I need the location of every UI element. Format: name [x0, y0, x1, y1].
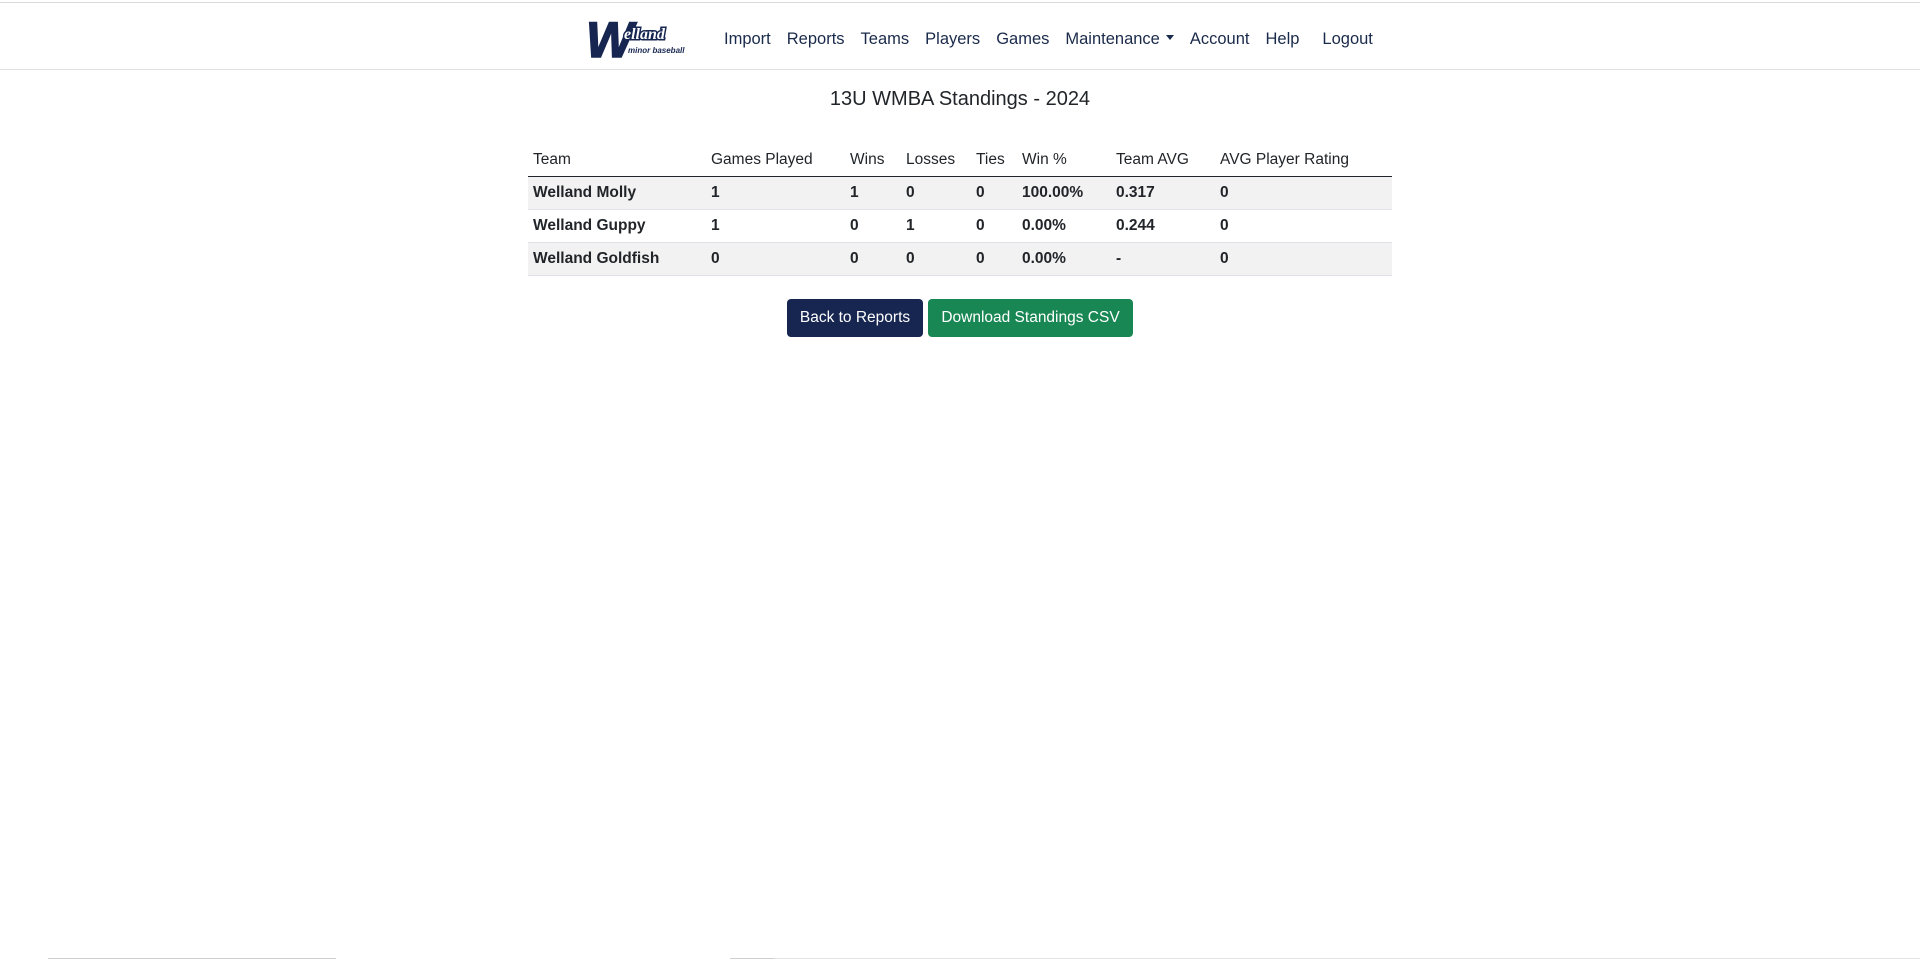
welland-logo[interactable]: W elland minor baseball	[584, 11, 688, 67]
scrollbar-segment	[730, 958, 774, 959]
page: W elland minor baseball Import Reports T…	[0, 0, 1920, 961]
cell-avg-player-rating: 0	[1215, 176, 1392, 210]
nav-import[interactable]: Import	[716, 29, 779, 49]
cell-games-played: 0	[706, 242, 845, 276]
svg-text:minor baseball: minor baseball	[628, 46, 685, 55]
header-ties: Ties	[971, 146, 1017, 177]
table-row: Welland Molly 1 1 0 0 100.00% 0.317 0	[528, 176, 1392, 210]
cell-losses: 1	[901, 209, 971, 243]
header-team-avg: Team AVG	[1111, 146, 1215, 177]
cell-wins: 0	[845, 242, 901, 276]
cell-wins: 0	[845, 209, 901, 243]
cell-losses: 0	[901, 176, 971, 210]
cell-win-pct: 100.00%	[1017, 176, 1111, 210]
nav-teams[interactable]: Teams	[853, 29, 918, 49]
table-row: Welland Goldfish 0 0 0 0 0.00% - 0	[528, 242, 1392, 276]
nav-logout[interactable]: Logout	[1314, 29, 1380, 49]
action-buttons: Back to Reports Download Standings CSV	[787, 299, 1133, 337]
cell-win-pct: 0.00%	[1017, 242, 1111, 276]
navbar-inner: W elland minor baseball Import Reports T…	[584, 11, 1381, 67]
header-losses: Losses	[901, 146, 971, 177]
cell-avg-player-rating: 0	[1215, 209, 1392, 243]
cell-win-pct: 0.00%	[1017, 209, 1111, 243]
cell-ties: 0	[971, 176, 1017, 210]
cell-team: Welland Goldfish	[528, 242, 706, 276]
scrollbar-segment	[774, 958, 1920, 959]
header-team: Team	[528, 146, 706, 177]
table-header-row: Team Games Played Wins Losses Ties Win %…	[528, 146, 1392, 177]
cell-avg-player-rating: 0	[1215, 242, 1392, 276]
header-avg-player-rating: AVG Player Rating	[1215, 146, 1392, 177]
nav-account[interactable]: Account	[1182, 29, 1258, 49]
scrollbar-segment	[48, 958, 336, 959]
navbar: W elland minor baseball Import Reports T…	[0, 3, 1920, 70]
header-games-played: Games Played	[706, 146, 845, 177]
cell-ties: 0	[971, 242, 1017, 276]
cell-games-played: 1	[706, 209, 845, 243]
cell-team: Welland Guppy	[528, 209, 706, 243]
nav-help[interactable]: Help	[1257, 29, 1307, 49]
back-to-reports-button[interactable]: Back to Reports	[787, 299, 923, 337]
cell-team-avg: 0.244	[1111, 209, 1215, 243]
cell-losses: 0	[901, 242, 971, 276]
header-wins: Wins	[845, 146, 901, 177]
cell-team: Welland Molly	[528, 176, 706, 210]
cell-ties: 0	[971, 209, 1017, 243]
nav-players[interactable]: Players	[917, 29, 988, 49]
nav-games[interactable]: Games	[988, 29, 1057, 49]
caret-down-icon	[1165, 35, 1174, 41]
cell-wins: 1	[845, 176, 901, 210]
nav-links: Import Reports Teams Players Games Maint…	[716, 29, 1381, 49]
nav-reports[interactable]: Reports	[779, 29, 853, 49]
page-title: 13U WMBA Standings - 2024	[829, 88, 1091, 110]
cell-team-avg: 0.317	[1111, 176, 1215, 210]
header-win-pct: Win %	[1017, 146, 1111, 177]
nav-maintenance-label: Maintenance	[1065, 30, 1160, 48]
nav-maintenance-dropdown[interactable]: Maintenance	[1057, 29, 1181, 49]
standings-table: Team Games Played Wins Losses Ties Win %…	[528, 146, 1392, 276]
table-row: Welland Guppy 1 0 1 0 0.00% 0.244 0	[528, 209, 1392, 243]
svg-text:elland: elland	[624, 26, 666, 43]
download-standings-csv-button[interactable]: Download Standings CSV	[928, 299, 1133, 337]
cell-games-played: 1	[706, 176, 845, 210]
cell-team-avg: -	[1111, 242, 1215, 276]
